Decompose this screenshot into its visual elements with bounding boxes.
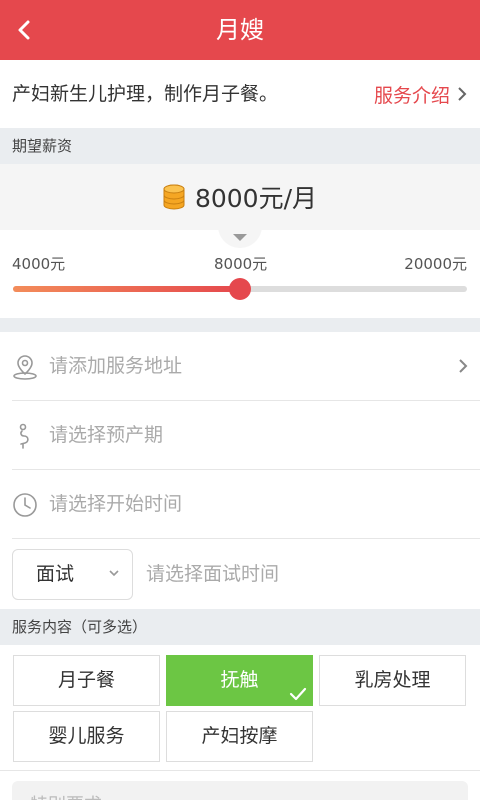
section-divider [0, 318, 480, 332]
services-section-header: 服务内容（可多选） [0, 609, 480, 645]
clock-icon [13, 493, 37, 517]
service-option-confinement-meal[interactable]: 月子餐 [13, 655, 160, 706]
salary-slider-thumb[interactable] [229, 278, 251, 300]
service-intro-label: 服务介绍 [373, 84, 450, 107]
service-option-label: 抚触 [220, 669, 259, 691]
page-title: 月嫂 [216, 16, 264, 44]
address-placeholder: 请添加服务地址 [49, 355, 183, 377]
checkmark-icon [289, 687, 307, 701]
pregnancy-icon [19, 423, 29, 449]
interview-type-select[interactable]: 面试 [12, 549, 133, 600]
interview-type-value: 面试 [36, 563, 75, 585]
caret-down-icon [233, 234, 247, 241]
special-requirements-placeholder: 特别要求 [30, 791, 102, 800]
chevron-right-icon [458, 87, 467, 101]
service-option-maternal-massage[interactable]: 产妇按摩 [166, 711, 313, 762]
service-description: 产妇新生儿护理，制作月子餐。 [12, 83, 279, 105]
due-date-row[interactable]: 请选择预产期 [12, 401, 480, 470]
service-option-touch[interactable]: 抚触 [166, 655, 313, 706]
start-time-placeholder: 请选择开始时间 [49, 493, 183, 515]
divider [0, 770, 480, 771]
service-option-breast-care[interactable]: 乳房处理 [319, 655, 466, 706]
service-intro-link[interactable]: 服务介绍 [374, 60, 468, 128]
service-option-baby-care[interactable]: 婴儿服务 [13, 711, 160, 762]
special-requirements-input[interactable]: 特别要求 [12, 781, 468, 800]
service-intro-row: 产妇新生儿护理，制作月子餐。 服务介绍 [0, 60, 480, 128]
chevron-right-icon [459, 359, 468, 373]
salary-min-label: 4000元 [12, 255, 66, 273]
top-app-bar: 月嫂 [0, 0, 480, 60]
address-row[interactable]: 请添加服务地址 [12, 332, 480, 401]
salary-current-label: 8000元 [214, 255, 268, 273]
chevron-down-icon [109, 570, 119, 577]
interview-time-input[interactable]: 请选择面试时间 [146, 549, 279, 600]
salary-value: 8000元/月 [194, 184, 318, 213]
due-date-placeholder: 请选择预产期 [49, 424, 164, 446]
coin-stack-icon [163, 184, 185, 210]
start-time-row[interactable]: 请选择开始时间 [12, 470, 480, 539]
salary-display: 8000元/月 [0, 164, 480, 230]
salary-slider-fill [13, 286, 240, 292]
salary-section-header: 期望薪资 [0, 128, 480, 164]
salary-max-label: 20000元 [404, 255, 467, 273]
location-pin-icon [13, 355, 37, 380]
